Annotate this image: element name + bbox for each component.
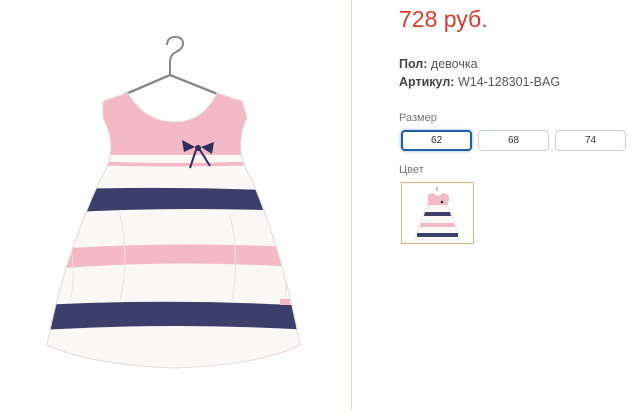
divider <box>351 0 352 410</box>
size-option-68[interactable]: 68 <box>478 130 549 151</box>
size-label: Размер <box>399 112 437 124</box>
product-info: 728 руб. Пол: девочка Артикул: W14-12830… <box>399 0 635 410</box>
sku-value: W14-128301-BAG <box>457 75 561 89</box>
dress-illustration <box>46 35 301 369</box>
size-option-74[interactable]: 74 <box>555 130 626 151</box>
product-image <box>0 0 351 410</box>
color-label: Цвет <box>399 164 424 176</box>
sku-row: Артикул: W14-128301-BAG <box>399 75 560 89</box>
gender-label: Пол: <box>399 57 428 71</box>
color-swatch-image <box>414 187 460 240</box>
gender-row: Пол: девочка <box>399 57 478 71</box>
color-swatch[interactable] <box>401 182 474 244</box>
gender-value: девочка <box>430 57 478 71</box>
hanger-icon <box>104 35 241 105</box>
price: 728 руб. <box>399 6 488 32</box>
size-option-62[interactable]: 62 <box>401 130 472 151</box>
sku-label: Артикул: <box>399 75 455 89</box>
tag-icon <box>280 299 290 305</box>
